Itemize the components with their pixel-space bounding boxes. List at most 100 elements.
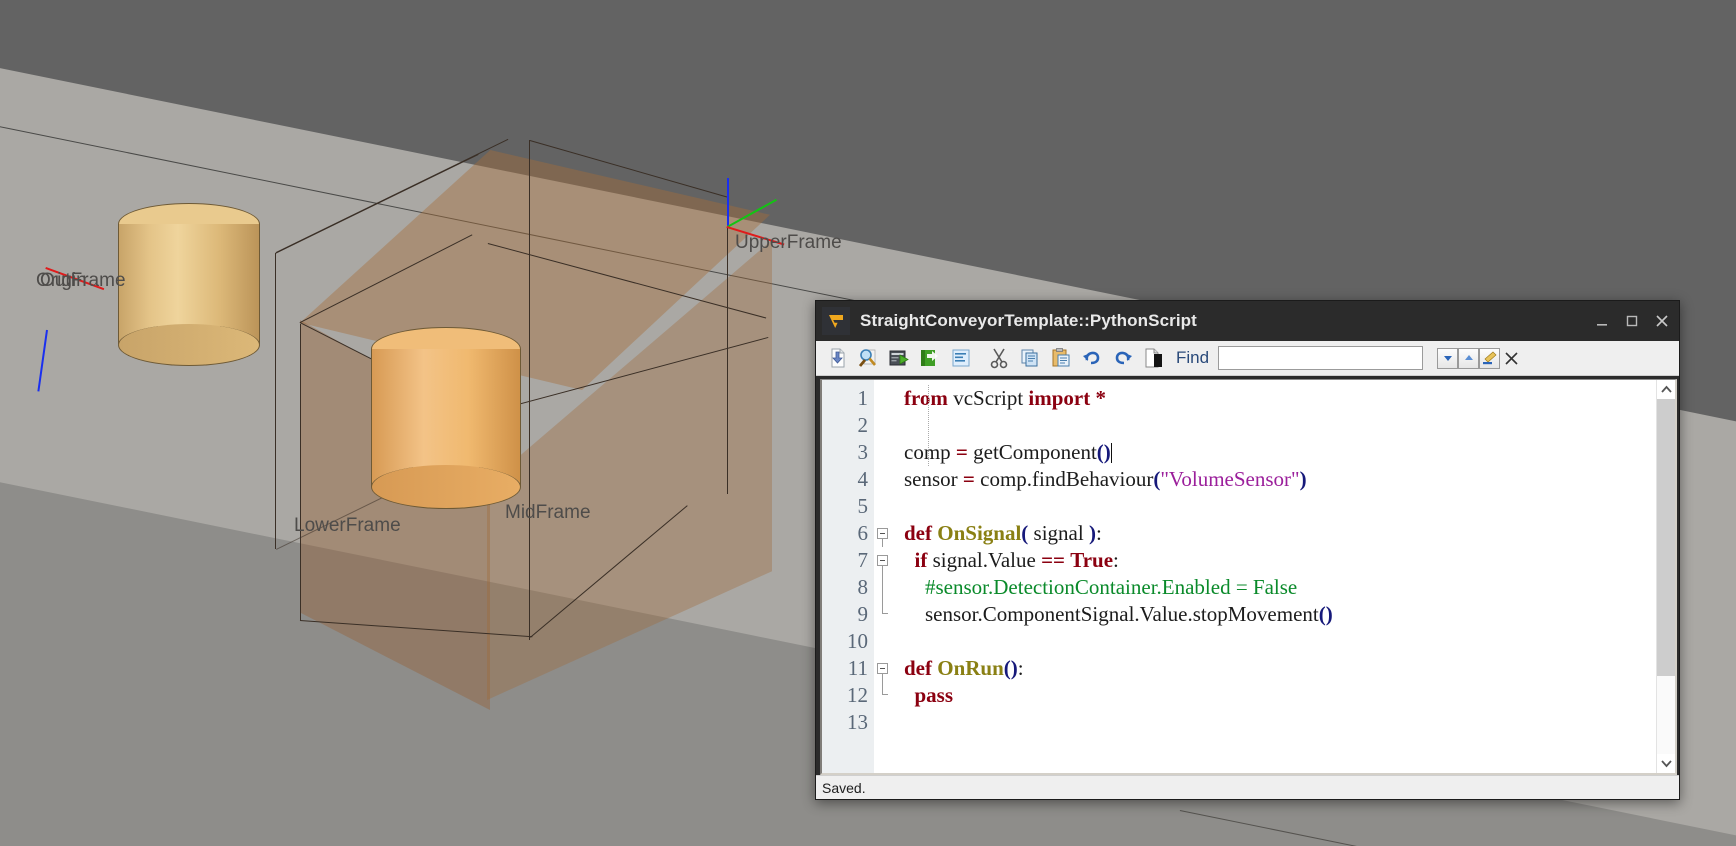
- editor-toolbar[interactable]: Find: [816, 341, 1679, 376]
- line-number: 10: [847, 629, 868, 653]
- code-token: ): [1088, 521, 1096, 545]
- code-line[interactable]: sensor = comp.findBehaviour("VolumeSenso…: [904, 466, 1656, 493]
- fold-row: [874, 628, 894, 655]
- code-line[interactable]: from vcScript import *: [904, 385, 1656, 412]
- cylinder-center-bottom: [371, 465, 521, 509]
- find-previous-icon[interactable]: [1458, 347, 1480, 369]
- line-number: 7: [857, 548, 869, 572]
- code-line[interactable]: def OnRun():: [904, 655, 1656, 682]
- close-button[interactable]: [1647, 306, 1677, 336]
- code-line[interactable]: comp = getComponent(): [904, 439, 1656, 466]
- find-input[interactable]: [1218, 346, 1424, 370]
- fold-guide-line: [882, 574, 883, 601]
- cylinder-left-bottom: [118, 324, 260, 366]
- code-line[interactable]: [904, 709, 1656, 736]
- box-edge-vertical-back: [275, 253, 277, 549]
- fold-toggle-icon[interactable]: [877, 555, 888, 566]
- viewport-label-outframe: OutFrame: [40, 270, 126, 291]
- python-script-editor-window[interactable]: StraightConveyorTemplate::PythonScript F…: [815, 300, 1680, 800]
- window-title: StraightConveyorTemplate::PythonScript: [860, 311, 1197, 330]
- code-line[interactable]: sensor.ComponentSignal.Value.stopMovemen…: [904, 601, 1656, 628]
- indent-guide: [928, 385, 929, 466]
- code-text-area[interactable]: from vcScript import * comp = getComponen…: [894, 380, 1656, 773]
- new-file-icon[interactable]: [1139, 344, 1169, 372]
- window-titlebar[interactable]: StraightConveyorTemplate::PythonScript: [816, 301, 1679, 341]
- copy-icon[interactable]: [1015, 344, 1045, 372]
- code-line[interactable]: def OnSignal( signal ):: [904, 520, 1656, 547]
- code-folding-column[interactable]: [874, 380, 894, 773]
- line-number: 2: [857, 413, 869, 437]
- code-token: sensor.ComponentSignal.Value.stopMovemen…: [925, 602, 1319, 626]
- line-number: 9: [857, 602, 869, 626]
- highlight-icon[interactable]: [1479, 347, 1501, 369]
- code-editor-area[interactable]: 1 2 3 4 5 6 7 8 9 10 11 12 13 from vcScript import *…: [820, 379, 1677, 775]
- code-token: "VolumeSensor": [1160, 467, 1300, 491]
- find-close-icon[interactable]: [1501, 348, 1521, 369]
- line-number: 4: [857, 467, 869, 491]
- code-token: ): [1299, 467, 1307, 491]
- code-token: :: [1113, 548, 1119, 572]
- minimize-button[interactable]: [1587, 306, 1617, 336]
- cut-icon[interactable]: [984, 344, 1014, 372]
- redo-icon[interactable]: [1108, 344, 1138, 372]
- code-line[interactable]: [904, 493, 1656, 520]
- undo-icon[interactable]: [1077, 344, 1107, 372]
- debug-script-icon[interactable]: [853, 344, 883, 372]
- code-token: :: [1095, 521, 1102, 545]
- code-token: vcScript: [953, 386, 1029, 410]
- code-token: getComponent: [967, 440, 1097, 464]
- fold-row: [874, 655, 894, 682]
- code-token: if: [914, 548, 928, 572]
- line-number: 6: [857, 521, 869, 545]
- code-token: :: [1017, 656, 1024, 680]
- line-number: 13: [847, 710, 868, 734]
- viewport-label-midframe: MidFrame: [505, 502, 591, 523]
- code-token: import: [1028, 386, 1096, 410]
- code-line[interactable]: #sensor.DetectionContainer.Enabled = Fal…: [904, 574, 1656, 601]
- code-token: comp.findBehaviour: [974, 467, 1154, 491]
- scrollbar-track[interactable]: [1657, 399, 1675, 754]
- fold-row: [874, 601, 894, 628]
- find-label: Find: [1176, 348, 1210, 367]
- line-number-gutter: 1 2 3 4 5 6 7 8 9 10 11 12 13: [822, 380, 874, 773]
- format-script-icon[interactable]: [946, 344, 976, 372]
- run-script-icon[interactable]: [884, 344, 914, 372]
- code-token: def: [904, 521, 938, 545]
- fold-row: [874, 439, 894, 466]
- fold-guide-end: [882, 682, 888, 695]
- fold-guide-line: [882, 674, 883, 682]
- scroll-down-icon[interactable]: [1657, 754, 1675, 773]
- code-token: pass: [914, 683, 954, 707]
- code-token: sensor: [904, 467, 963, 491]
- editor-vertical-scrollbar[interactable]: [1656, 380, 1675, 773]
- line-number: 11: [847, 656, 868, 680]
- code-line[interactable]: [904, 628, 1656, 655]
- code-line[interactable]: if signal.Value == True:: [904, 547, 1656, 574]
- code-token: OnSignal: [937, 521, 1022, 545]
- code-token: (): [1003, 656, 1018, 680]
- fold-toggle-icon[interactable]: [877, 663, 888, 674]
- line-number: 8: [857, 575, 869, 599]
- import-script-icon[interactable]: [822, 344, 852, 372]
- fold-row: [874, 547, 894, 574]
- fold-guide-line: [882, 566, 883, 574]
- maximize-button[interactable]: [1617, 306, 1647, 336]
- scrollbar-thumb[interactable]: [1657, 399, 1675, 676]
- box-edge-vertical-left: [300, 324, 302, 620]
- fold-guide-end: [882, 601, 888, 614]
- paste-icon[interactable]: [1046, 344, 1076, 372]
- fold-toggle-icon[interactable]: [877, 528, 888, 539]
- code-line[interactable]: [904, 412, 1656, 439]
- next-script-icon[interactable]: [915, 344, 945, 372]
- find-next-icon[interactable]: [1437, 347, 1459, 369]
- line-number: 3: [857, 440, 869, 464]
- code-token: *: [1095, 386, 1107, 410]
- code-line[interactable]: pass: [904, 682, 1656, 709]
- fold-guide-line: [882, 539, 883, 547]
- scroll-up-icon[interactable]: [1657, 380, 1675, 399]
- box-edge-vertical-center: [529, 140, 531, 640]
- visual-components-v-logo-icon: [822, 307, 850, 335]
